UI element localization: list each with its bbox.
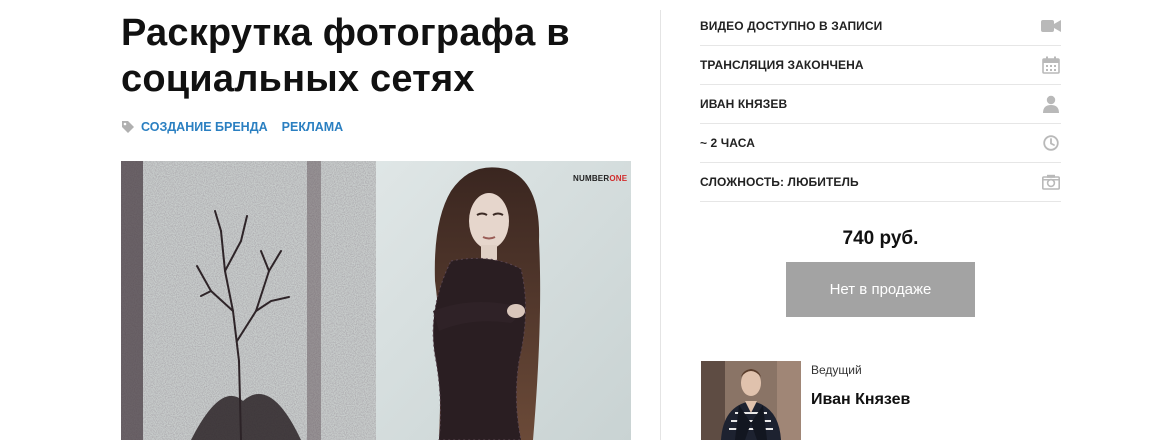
page-title: Раскрутка фотографа в социальных сетях <box>121 12 570 100</box>
course-price: 740 руб. <box>842 228 919 249</box>
video-camera-icon <box>1041 16 1061 36</box>
tag-link-advertising[interactable]: РЕКЛАМА <box>282 120 344 134</box>
host-avatar[interactable] <box>701 361 801 440</box>
info-row-level: СЛОЖНОСТЬ: ЛЮБИТЕЛЬ <box>700 163 1061 202</box>
calendar-icon <box>1041 55 1061 75</box>
info-text-duration: ~ 2 ЧАСА <box>700 136 755 150</box>
info-text-status: ТРАНСЛЯЦИЯ ЗАКОНЧЕНА <box>700 58 864 72</box>
cover-logo-suffix: ONE <box>609 174 628 183</box>
info-row-recording: ВИДЕО ДОСТУПНО В ЗАПИСИ <box>700 7 1061 46</box>
tag-link-brand[interactable]: СОЗДАНИЕ БРЕНДА <box>141 120 268 134</box>
info-text-author: ИВАН КНЯЗЕВ <box>700 97 788 111</box>
tag-icon <box>121 120 135 134</box>
column-divider <box>660 10 661 440</box>
camera-icon <box>1041 172 1061 192</box>
course-main: Раскрутка фотографа в социальных сетях С… <box>121 0 631 440</box>
user-icon <box>1041 94 1061 114</box>
info-row-author: ИВАН КНЯЗЕВ <box>700 85 1061 124</box>
info-text-level: СЛОЖНОСТЬ: ЛЮБИТЕЛЬ <box>700 175 859 189</box>
info-row-duration: ~ 2 ЧАСА <box>700 124 1061 163</box>
cover-logo-prefix: NUMBER <box>573 174 610 183</box>
not-for-sale-button[interactable]: Нет в продаже <box>786 262 975 317</box>
tag-list: СОЗДАНИЕ БРЕНДА РЕКЛАМА <box>121 118 357 136</box>
host-label: Ведущий <box>811 363 862 377</box>
info-row-status: ТРАНСЛЯЦИЯ ЗАКОНЧЕНА <box>700 46 1061 85</box>
info-text-recording: ВИДЕО ДОСТУПНО В ЗАПИСИ <box>700 19 883 33</box>
host-card: Ведущий Иван Князев <box>701 361 1061 440</box>
cover-logo: NUMBERONE <box>573 174 627 183</box>
course-info-list: ВИДЕО ДОСТУПНО В ЗАПИСИ ТРАНСЛЯЦИЯ ЗАКОН… <box>700 7 1061 202</box>
clock-icon <box>1041 133 1061 153</box>
course-cover-image: NUMBERONE <box>121 161 631 440</box>
host-name[interactable]: Иван Князев <box>811 391 910 409</box>
